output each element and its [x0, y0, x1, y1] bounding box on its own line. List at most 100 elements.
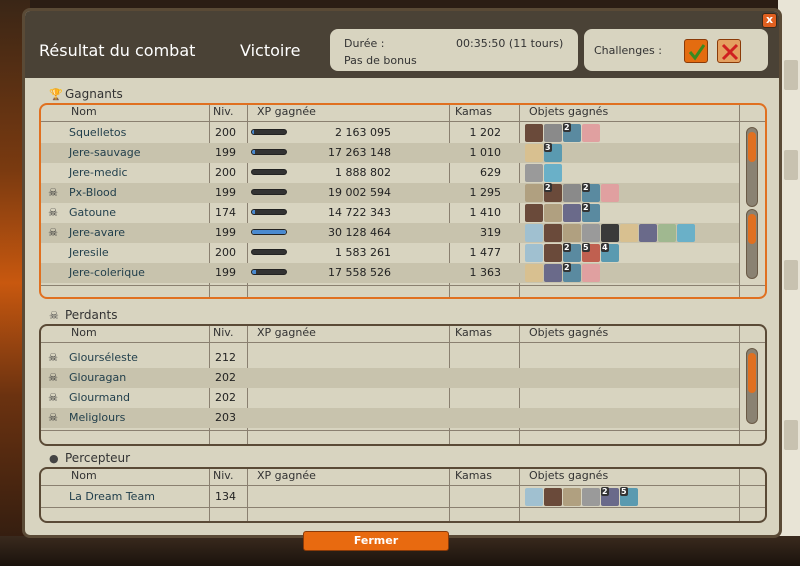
player-name[interactable]: Jeresile [69, 246, 109, 259]
item-icon[interactable]: 2 [563, 123, 581, 142]
item-icon[interactable] [601, 184, 619, 202]
duration-label: Durée : [344, 37, 385, 50]
winners-scrollbar-a[interactable] [746, 127, 758, 207]
item-icon[interactable] [544, 264, 562, 282]
table-row[interactable]: ☠ Glourséleste 212 [41, 348, 739, 368]
item-icon[interactable] [525, 164, 543, 182]
monster-name[interactable]: Glourséleste [69, 351, 138, 364]
item-icon[interactable] [525, 264, 543, 282]
duration-box: Durée : 00:35:50 (11 tours) Pas de bonus [330, 29, 578, 71]
item-icon[interactable]: 3 [544, 143, 562, 162]
item-icon[interactable] [601, 224, 619, 242]
player-name[interactable]: Jere-colerique [69, 266, 145, 279]
col-items: Objets gagnés [529, 469, 609, 482]
player-name[interactable]: Jere-medic [69, 166, 128, 179]
item-icon[interactable]: 2 [544, 183, 562, 202]
item-icon[interactable] [677, 224, 695, 242]
item-icon[interactable] [658, 224, 676, 242]
item-icon[interactable]: 2 [582, 203, 600, 222]
item-icon[interactable]: 2 [601, 487, 619, 506]
item-icon[interactable] [525, 144, 543, 162]
item-icon[interactable] [563, 184, 581, 202]
item-icon[interactable] [582, 224, 600, 242]
winners-scrollbar-b[interactable] [746, 209, 758, 279]
item-icon[interactable] [544, 204, 562, 222]
losers-header: ☠ Perdants [49, 308, 117, 322]
item-icon[interactable] [582, 264, 600, 282]
item-quantity: 2 [544, 183, 552, 192]
item-icon[interactable] [525, 204, 543, 222]
challenge-failed-icon[interactable] [717, 39, 741, 63]
col-xp: XP gagnée [257, 469, 316, 482]
table-row[interactable]: ☠ Px-Blood 199 19 002 594 1 295 2 2 [41, 183, 739, 203]
item-icon[interactable]: 2 [563, 243, 581, 262]
monster-name[interactable]: Meliglours [69, 411, 125, 424]
item-icon[interactable]: 2 [582, 183, 600, 202]
items-list: 2 [525, 263, 600, 282]
item-icon[interactable] [563, 204, 581, 222]
monster-name[interactable]: Glouragan [69, 371, 126, 384]
col-name: Nom [71, 105, 97, 118]
item-icon[interactable] [525, 244, 543, 262]
item-icon[interactable] [525, 224, 543, 242]
player-level: 200 [215, 126, 236, 139]
player-level: 199 [215, 146, 236, 159]
table-row[interactable]: ☠ Meliglours 203 [41, 408, 739, 428]
player-name[interactable]: Squelletos [69, 126, 126, 139]
item-icon[interactable] [639, 224, 657, 242]
table-row[interactable]: Jere-sauvage 199 17 263 148 1 010 3 [41, 143, 739, 163]
player-name[interactable]: Gatoune [69, 206, 116, 219]
title-bar: x Résultat du combat Victoire Durée : 00… [25, 11, 779, 78]
skull-icon: ☠ [48, 226, 58, 239]
item-icon[interactable] [544, 244, 562, 262]
item-icon[interactable]: 4 [601, 243, 619, 262]
player-name[interactable]: Px-Blood [69, 186, 117, 199]
item-quantity: 3 [544, 143, 552, 152]
item-icon[interactable] [544, 224, 562, 242]
item-icon[interactable]: 5 [620, 487, 638, 506]
collector-title: Percepteur [65, 451, 131, 465]
item-icon[interactable] [582, 124, 600, 142]
item-icon[interactable] [563, 224, 581, 242]
col-kamas: Kamas [455, 105, 492, 118]
player-name[interactable]: Jere-sauvage [69, 146, 140, 159]
table-row[interactable]: Jere-colerique 199 17 558 526 1 363 2 [41, 263, 739, 283]
losers-scrollbar[interactable] [746, 348, 758, 424]
items-list: 3 [525, 143, 562, 162]
item-icon[interactable] [563, 488, 581, 506]
col-level: Niv. [213, 105, 234, 118]
challenge-success-icon[interactable] [684, 39, 708, 63]
item-icon[interactable] [544, 164, 562, 182]
collector-table: Nom Niv. XP gagnée Kamas Objets gagnés L… [39, 467, 767, 523]
item-icon[interactable] [525, 124, 543, 142]
table-row[interactable]: Squelletos 200 2 163 095 1 202 2 [41, 123, 739, 143]
close-button[interactable]: Fermer [303, 531, 449, 551]
item-icon[interactable] [525, 184, 543, 202]
table-row[interactable]: ☠ Glouragan 202 [41, 368, 739, 388]
winners-title: Gagnants [65, 87, 123, 101]
close-icon[interactable]: x [762, 13, 777, 28]
monster-name[interactable]: Glourmand [69, 391, 130, 404]
item-quantity: 4 [601, 243, 609, 252]
item-icon[interactable]: 5 [582, 243, 600, 262]
losers-table: Nom Niv. XP gagnée Kamas Objets gagnés ☠… [39, 324, 767, 446]
xp-progress-bar [251, 269, 287, 275]
xp-value: 30 128 464 [328, 226, 391, 239]
skull-icon: ☠ [48, 391, 58, 404]
item-icon[interactable] [582, 488, 600, 506]
player-name[interactable]: Jere-avare [69, 226, 125, 239]
table-row[interactable]: ☠ Gatoune 174 14 722 343 1 410 2 [41, 203, 739, 223]
table-row[interactable]: ☠ Glourmand 202 [41, 388, 739, 408]
collector-name[interactable]: La Dream Team [69, 490, 155, 503]
table-row[interactable]: Jeresile 200 1 583 261 1 477 2 5 4 [41, 243, 739, 263]
item-icon[interactable] [544, 124, 562, 142]
table-row[interactable]: La Dream Team 134 2 5 [41, 487, 739, 507]
table-row[interactable]: Jere-medic 200 1 888 802 629 [41, 163, 739, 183]
item-quantity: 2 [563, 243, 571, 252]
duration-value: 00:35:50 (11 tours) [456, 37, 564, 50]
item-icon[interactable] [620, 224, 638, 242]
item-icon[interactable] [525, 488, 543, 506]
item-icon[interactable]: 2 [563, 263, 581, 282]
item-icon[interactable] [544, 488, 562, 506]
table-row[interactable]: ☠ Jere-avare 199 30 128 464 319 [41, 223, 739, 243]
